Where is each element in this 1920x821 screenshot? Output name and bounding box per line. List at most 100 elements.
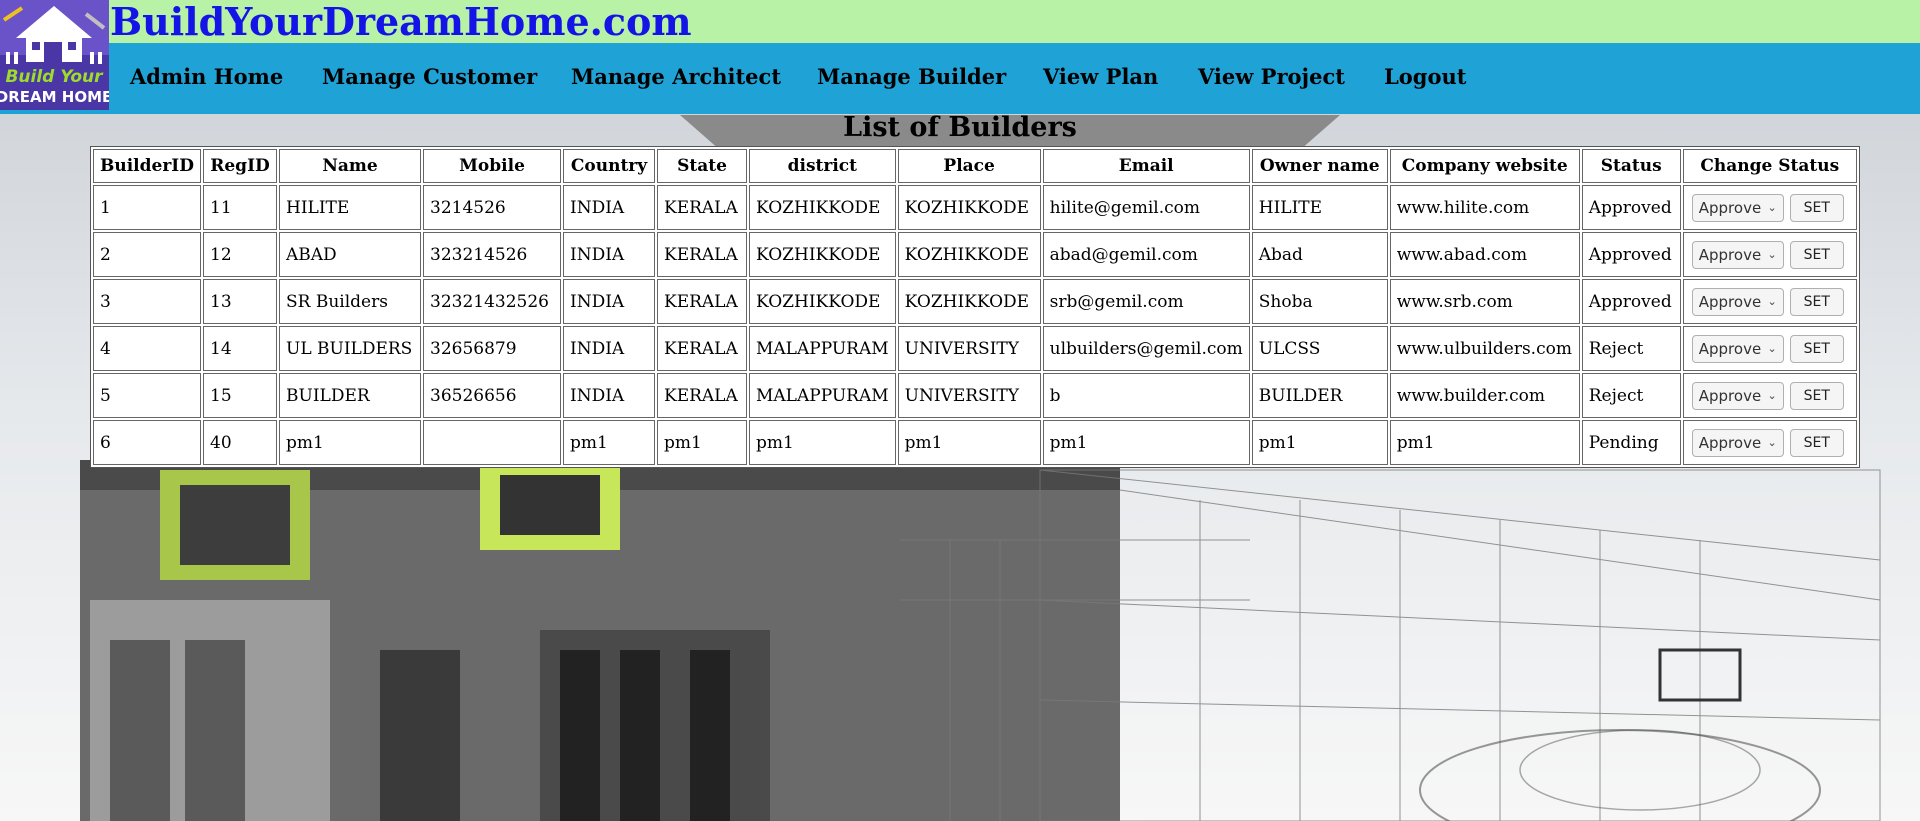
cell-company-website: www.abad.com bbox=[1389, 232, 1580, 277]
status-select-value: Approve bbox=[1698, 339, 1762, 358]
page-title: List of Builders bbox=[843, 112, 1077, 143]
table-row: 2 12 ABAD 323214526 INDIA KERALA KOZHIKKODE KOZ… bbox=[93, 232, 1857, 277]
cell-state: KERALA bbox=[657, 232, 747, 277]
cell-name: BUILDER bbox=[279, 373, 421, 418]
cell-reg-id: 11 bbox=[203, 185, 277, 230]
status-select[interactable]: Approve ⌄ bbox=[1691, 193, 1784, 222]
cell-owner-name: BUILDER bbox=[1251, 373, 1388, 418]
col-header-change-status: Change Status bbox=[1682, 149, 1857, 183]
col-header-district: district bbox=[749, 149, 896, 183]
cell-owner-name: HILITE bbox=[1251, 185, 1388, 230]
cell-change-status: Approve ⌄ SET bbox=[1682, 185, 1857, 230]
nav-manage-customer[interactable]: Manage Customer bbox=[322, 43, 537, 114]
nav-admin-home[interactable]: Admin Home bbox=[130, 43, 283, 114]
house-logo-icon: Build Your DREAM HOME bbox=[0, 0, 112, 110]
cell-status: Pending bbox=[1581, 420, 1681, 465]
cell-owner-name: ULCSS bbox=[1251, 326, 1388, 371]
cell-status: Approved bbox=[1581, 185, 1681, 230]
nav-manage-architect[interactable]: Manage Architect bbox=[571, 43, 781, 114]
cell-district: KOZHIKKODE bbox=[749, 185, 896, 230]
col-header-country: Country bbox=[563, 149, 655, 183]
cell-email: hilite@gemil.com bbox=[1042, 185, 1250, 230]
cell-change-status: Approve ⌄ SET bbox=[1682, 232, 1857, 277]
cell-email: pm1 bbox=[1042, 420, 1250, 465]
cell-company-website: www.builder.com bbox=[1389, 373, 1580, 418]
col-header-reg-id: RegID bbox=[203, 149, 277, 183]
cell-email: b bbox=[1042, 373, 1250, 418]
cell-mobile: 36526656 bbox=[423, 373, 561, 418]
status-select[interactable]: Approve ⌄ bbox=[1691, 240, 1784, 269]
cell-status: Reject bbox=[1581, 326, 1681, 371]
main-nav: Admin Home Manage Customer Manage Archit… bbox=[0, 43, 1920, 114]
cell-district: KOZHIKKODE bbox=[749, 279, 896, 324]
status-select[interactable]: Approve ⌄ bbox=[1691, 287, 1784, 316]
cell-name: pm1 bbox=[279, 420, 421, 465]
cell-reg-id: 12 bbox=[203, 232, 277, 277]
cell-district: pm1 bbox=[749, 420, 896, 465]
set-status-button[interactable]: SET bbox=[1789, 240, 1844, 269]
cell-change-status: Approve ⌄ SET bbox=[1682, 420, 1857, 465]
cell-reg-id: 13 bbox=[203, 279, 277, 324]
col-header-state: State bbox=[657, 149, 747, 183]
cell-email: srb@gemil.com bbox=[1042, 279, 1250, 324]
cell-name: ABAD bbox=[279, 232, 421, 277]
set-status-button[interactable]: SET bbox=[1789, 428, 1844, 457]
col-header-name: Name bbox=[279, 149, 421, 183]
set-status-button[interactable]: SET bbox=[1789, 193, 1844, 222]
col-header-email: Email bbox=[1042, 149, 1250, 183]
cell-mobile: 3214526 bbox=[423, 185, 561, 230]
chevron-down-icon: ⌄ bbox=[1767, 435, 1777, 449]
cell-district: KOZHIKKODE bbox=[749, 232, 896, 277]
cell-place: KOZHIKKODE bbox=[897, 232, 1041, 277]
status-select-value: Approve bbox=[1698, 386, 1762, 405]
cell-status: Reject bbox=[1581, 373, 1681, 418]
table-row: 5 15 BUILDER 36526656 INDIA KERALA MALAPPURAM U… bbox=[93, 373, 1857, 418]
cell-reg-id: 15 bbox=[203, 373, 277, 418]
status-select[interactable]: Approve ⌄ bbox=[1691, 428, 1784, 457]
cell-email: ulbuilders@gemil.com bbox=[1042, 326, 1250, 371]
cell-builder-id: 3 bbox=[93, 279, 201, 324]
nav-view-project[interactable]: View Project bbox=[1198, 43, 1345, 114]
builders-table-container: BuilderID RegID Name Mobile Country Stat… bbox=[90, 146, 1860, 468]
chevron-down-icon: ⌄ bbox=[1767, 247, 1777, 261]
cell-mobile bbox=[423, 420, 561, 465]
cell-district: MALAPPURAM bbox=[749, 373, 896, 418]
cell-owner-name: Abad bbox=[1251, 232, 1388, 277]
cell-place: UNIVERSITY bbox=[897, 373, 1041, 418]
status-select[interactable]: Approve ⌄ bbox=[1691, 334, 1784, 363]
cell-place: KOZHIKKODE bbox=[897, 185, 1041, 230]
status-select-value: Approve bbox=[1698, 245, 1762, 264]
cell-country: INDIA bbox=[563, 326, 655, 371]
cell-reg-id: 40 bbox=[203, 420, 277, 465]
nav-view-plan[interactable]: View Plan bbox=[1043, 43, 1158, 114]
cell-state: KERALA bbox=[657, 185, 747, 230]
cell-change-status: Approve ⌄ SET bbox=[1682, 326, 1857, 371]
cell-builder-id: 2 bbox=[93, 232, 201, 277]
chevron-down-icon: ⌄ bbox=[1767, 200, 1777, 214]
col-header-company-website: Company website bbox=[1389, 149, 1580, 183]
cell-name: UL BUILDERS bbox=[279, 326, 421, 371]
cell-place: KOZHIKKODE bbox=[897, 279, 1041, 324]
table-header-row: BuilderID RegID Name Mobile Country Stat… bbox=[93, 149, 1857, 183]
cell-reg-id: 14 bbox=[203, 326, 277, 371]
set-status-button[interactable]: SET bbox=[1789, 334, 1844, 363]
cell-place: pm1 bbox=[897, 420, 1041, 465]
nav-logout[interactable]: Logout bbox=[1384, 43, 1466, 114]
cell-mobile: 32321432526 bbox=[423, 279, 561, 324]
status-select-value: Approve bbox=[1698, 292, 1762, 311]
col-header-mobile: Mobile bbox=[423, 149, 561, 183]
cell-builder-id: 5 bbox=[93, 373, 201, 418]
set-status-button[interactable]: SET bbox=[1789, 287, 1844, 316]
set-status-button[interactable]: SET bbox=[1789, 381, 1844, 410]
cell-builder-id: 1 bbox=[93, 185, 201, 230]
cell-change-status: Approve ⌄ SET bbox=[1682, 373, 1857, 418]
status-select-value: Approve bbox=[1698, 198, 1762, 217]
site-header: BuildYourDreamHome.com bbox=[0, 0, 1920, 43]
cell-country: INDIA bbox=[563, 185, 655, 230]
site-title[interactable]: BuildYourDreamHome.com bbox=[110, 0, 692, 43]
cell-mobile: 32656879 bbox=[423, 326, 561, 371]
site-logo[interactable]: Build Your DREAM HOME bbox=[0, 0, 112, 110]
status-select[interactable]: Approve ⌄ bbox=[1691, 381, 1784, 410]
nav-manage-builder[interactable]: Manage Builder bbox=[817, 43, 1006, 114]
cell-country: INDIA bbox=[563, 373, 655, 418]
